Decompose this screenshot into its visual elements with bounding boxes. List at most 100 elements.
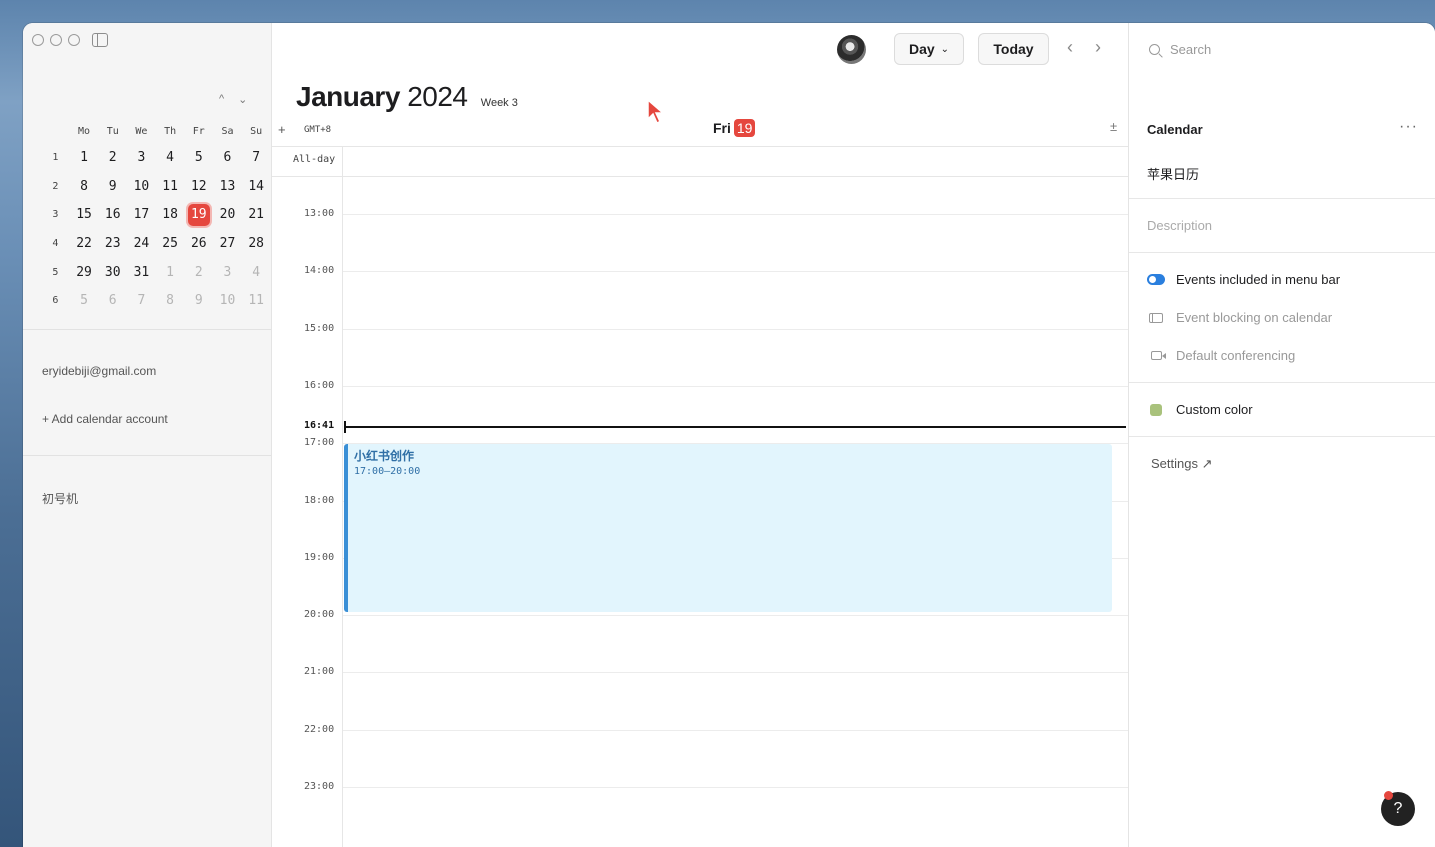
- mini-calendar-day[interactable]: 11: [242, 286, 271, 315]
- mini-calendar-day[interactable]: 9: [98, 172, 127, 201]
- mini-calendar: Mo Tu We Th Fr Sa Su 1 1 2 3 4 5 6 7 2 8 9 10 11 12 13…: [41, 119, 271, 315]
- account-email: eryidebiji@gmail.com: [42, 364, 157, 378]
- custom-color-row[interactable]: Custom color: [1147, 402, 1253, 417]
- mini-calendar-day[interactable]: 10: [213, 286, 242, 315]
- mini-calendar-day[interactable]: 12: [184, 172, 213, 201]
- mini-calendar-day[interactable]: 15: [70, 200, 99, 229]
- mini-calendar-day[interactable]: 22: [70, 229, 99, 258]
- close-button[interactable]: [32, 34, 44, 46]
- description-field[interactable]: Description: [1147, 218, 1212, 233]
- mini-calendar-nav: ^ ⌄: [219, 93, 247, 106]
- panel-divider: [1129, 382, 1435, 383]
- event-blocking-label: Event blocking on calendar: [1176, 310, 1333, 325]
- chevron-down-icon: ⌄: [940, 43, 950, 55]
- mini-calendar-week: 4 22 23 24 25 26 27 28: [41, 229, 271, 258]
- mini-calendar-day[interactable]: 13: [213, 172, 242, 201]
- today-button[interactable]: Today: [978, 33, 1049, 65]
- hour-gridline: [343, 214, 1128, 215]
- mini-calendar-day[interactable]: 3: [213, 258, 242, 287]
- add-event-icon[interactable]: +: [278, 122, 286, 137]
- mini-calendar-day[interactable]: 19: [184, 200, 213, 229]
- mini-calendar-day[interactable]: 2: [98, 143, 127, 172]
- mini-calendar-week: 5 29 30 31 1 2 3 4: [41, 258, 271, 287]
- mini-calendar-day[interactable]: 30: [98, 258, 127, 287]
- video-camera-icon: [1150, 351, 1166, 360]
- year: 2024: [407, 81, 468, 112]
- current-time-line: [344, 426, 1126, 428]
- color-swatch[interactable]: [1150, 403, 1162, 416]
- next-day-icon[interactable]: ›: [1095, 37, 1101, 58]
- mini-calendar-day[interactable]: 5: [184, 143, 213, 172]
- mini-calendar-day[interactable]: 2: [184, 258, 213, 287]
- mini-calendar-day[interactable]: 5: [70, 286, 99, 315]
- zoom-button[interactable]: [68, 34, 80, 46]
- mini-calendar-day[interactable]: 8: [156, 286, 185, 315]
- custom-color-label: Custom color: [1176, 402, 1253, 417]
- mini-calendar-day[interactable]: 20: [213, 200, 242, 229]
- mini-calendar-day[interactable]: 6: [213, 143, 242, 172]
- view-selector-label: Day: [908, 41, 935, 57]
- event-blocking-row[interactable]: Event blocking on calendar: [1147, 310, 1332, 325]
- mini-calendar-day[interactable]: 28: [242, 229, 271, 258]
- toggle-switch[interactable]: [1147, 274, 1165, 285]
- search-icon: [1149, 44, 1160, 55]
- mini-calendar-day[interactable]: 23: [98, 229, 127, 258]
- chevron-up-icon[interactable]: ^: [219, 93, 224, 106]
- app-window: ^ ⌄ Mo Tu We Th Fr Sa Su 1 1 2 3 4 5 6 7 2 8 9 10 11…: [23, 23, 1435, 847]
- search-placeholder: Search: [1170, 42, 1212, 57]
- mini-calendar-day[interactable]: 25: [156, 229, 185, 258]
- previous-day-icon[interactable]: ‹: [1067, 37, 1073, 58]
- mini-calendar-day[interactable]: 11: [156, 172, 185, 201]
- mini-calendar-day[interactable]: 26: [184, 229, 213, 258]
- search-input[interactable]: Search: [1149, 42, 1211, 57]
- hour-gridline: [343, 328, 1128, 330]
- hour-label: 16:00: [304, 379, 335, 391]
- mini-calendar-day[interactable]: 27: [213, 229, 242, 258]
- calendar-event[interactable]: 小红书创作 17:00–20:00: [344, 444, 1112, 612]
- more-options-icon[interactable]: ···: [1399, 118, 1418, 136]
- weekday-header: Th: [164, 125, 177, 137]
- mini-calendar-day[interactable]: 10: [127, 172, 156, 201]
- mini-calendar-day[interactable]: 1: [70, 143, 99, 172]
- chevron-down-icon[interactable]: ⌄: [238, 93, 247, 106]
- mini-calendar-day[interactable]: 6: [98, 286, 127, 315]
- mini-calendar-day[interactable]: 7: [127, 286, 156, 315]
- sidebar-toggle-icon[interactable]: [92, 33, 108, 47]
- menu-bar-toggle-row[interactable]: Events included in menu bar: [1147, 272, 1340, 287]
- mini-calendar-day[interactable]: 14: [242, 172, 271, 201]
- day-number-badge: 19: [733, 119, 756, 137]
- expand-collapse-icon[interactable]: ±: [1110, 119, 1117, 134]
- default-conferencing-row[interactable]: Default conferencing: [1147, 348, 1295, 363]
- calendar-group-name[interactable]: 初号机: [42, 490, 78, 507]
- calendar-name-field[interactable]: 苹果日历: [1147, 164, 1199, 183]
- hour-label: 18:00: [304, 494, 335, 506]
- mini-calendar-day[interactable]: 7: [242, 143, 271, 172]
- settings-link[interactable]: Settings ↗: [1151, 456, 1212, 472]
- mini-calendar-day[interactable]: 31: [127, 258, 156, 287]
- avatar[interactable]: [837, 35, 866, 64]
- mini-calendar-day[interactable]: 21: [242, 200, 271, 229]
- week-number: 4: [52, 237, 59, 249]
- mini-calendar-day[interactable]: 17: [127, 200, 156, 229]
- add-calendar-account-button[interactable]: + Add calendar account: [42, 412, 168, 426]
- mini-calendar-day[interactable]: 8: [70, 172, 99, 201]
- week-number: 1: [52, 151, 59, 163]
- weekday-header: We: [135, 125, 148, 137]
- mini-calendar-day[interactable]: 16: [98, 200, 127, 229]
- mini-calendar-day[interactable]: 4: [156, 143, 185, 172]
- minimize-button[interactable]: [50, 34, 62, 46]
- mini-calendar-day[interactable]: 3: [127, 143, 156, 172]
- default-conferencing-label: Default conferencing: [1176, 348, 1296, 363]
- mini-calendar-day[interactable]: 24: [127, 229, 156, 258]
- mini-calendar-day[interactable]: 18: [156, 200, 185, 229]
- all-day-row[interactable]: All-day: [272, 146, 1128, 177]
- mini-calendar-day[interactable]: 1: [156, 258, 185, 287]
- week-number: 5: [52, 266, 59, 278]
- mini-calendar-day[interactable]: 29: [70, 258, 99, 287]
- hour-label: 17:00: [304, 437, 335, 449]
- mini-calendar-week: 6 5 6 7 8 9 10 11: [41, 286, 271, 315]
- view-selector-button[interactable]: Day ⌄: [894, 33, 964, 65]
- mini-calendar-day[interactable]: 9: [184, 286, 213, 315]
- page-title: January 2024 Week 3: [296, 81, 518, 113]
- mini-calendar-day[interactable]: 4: [242, 258, 271, 287]
